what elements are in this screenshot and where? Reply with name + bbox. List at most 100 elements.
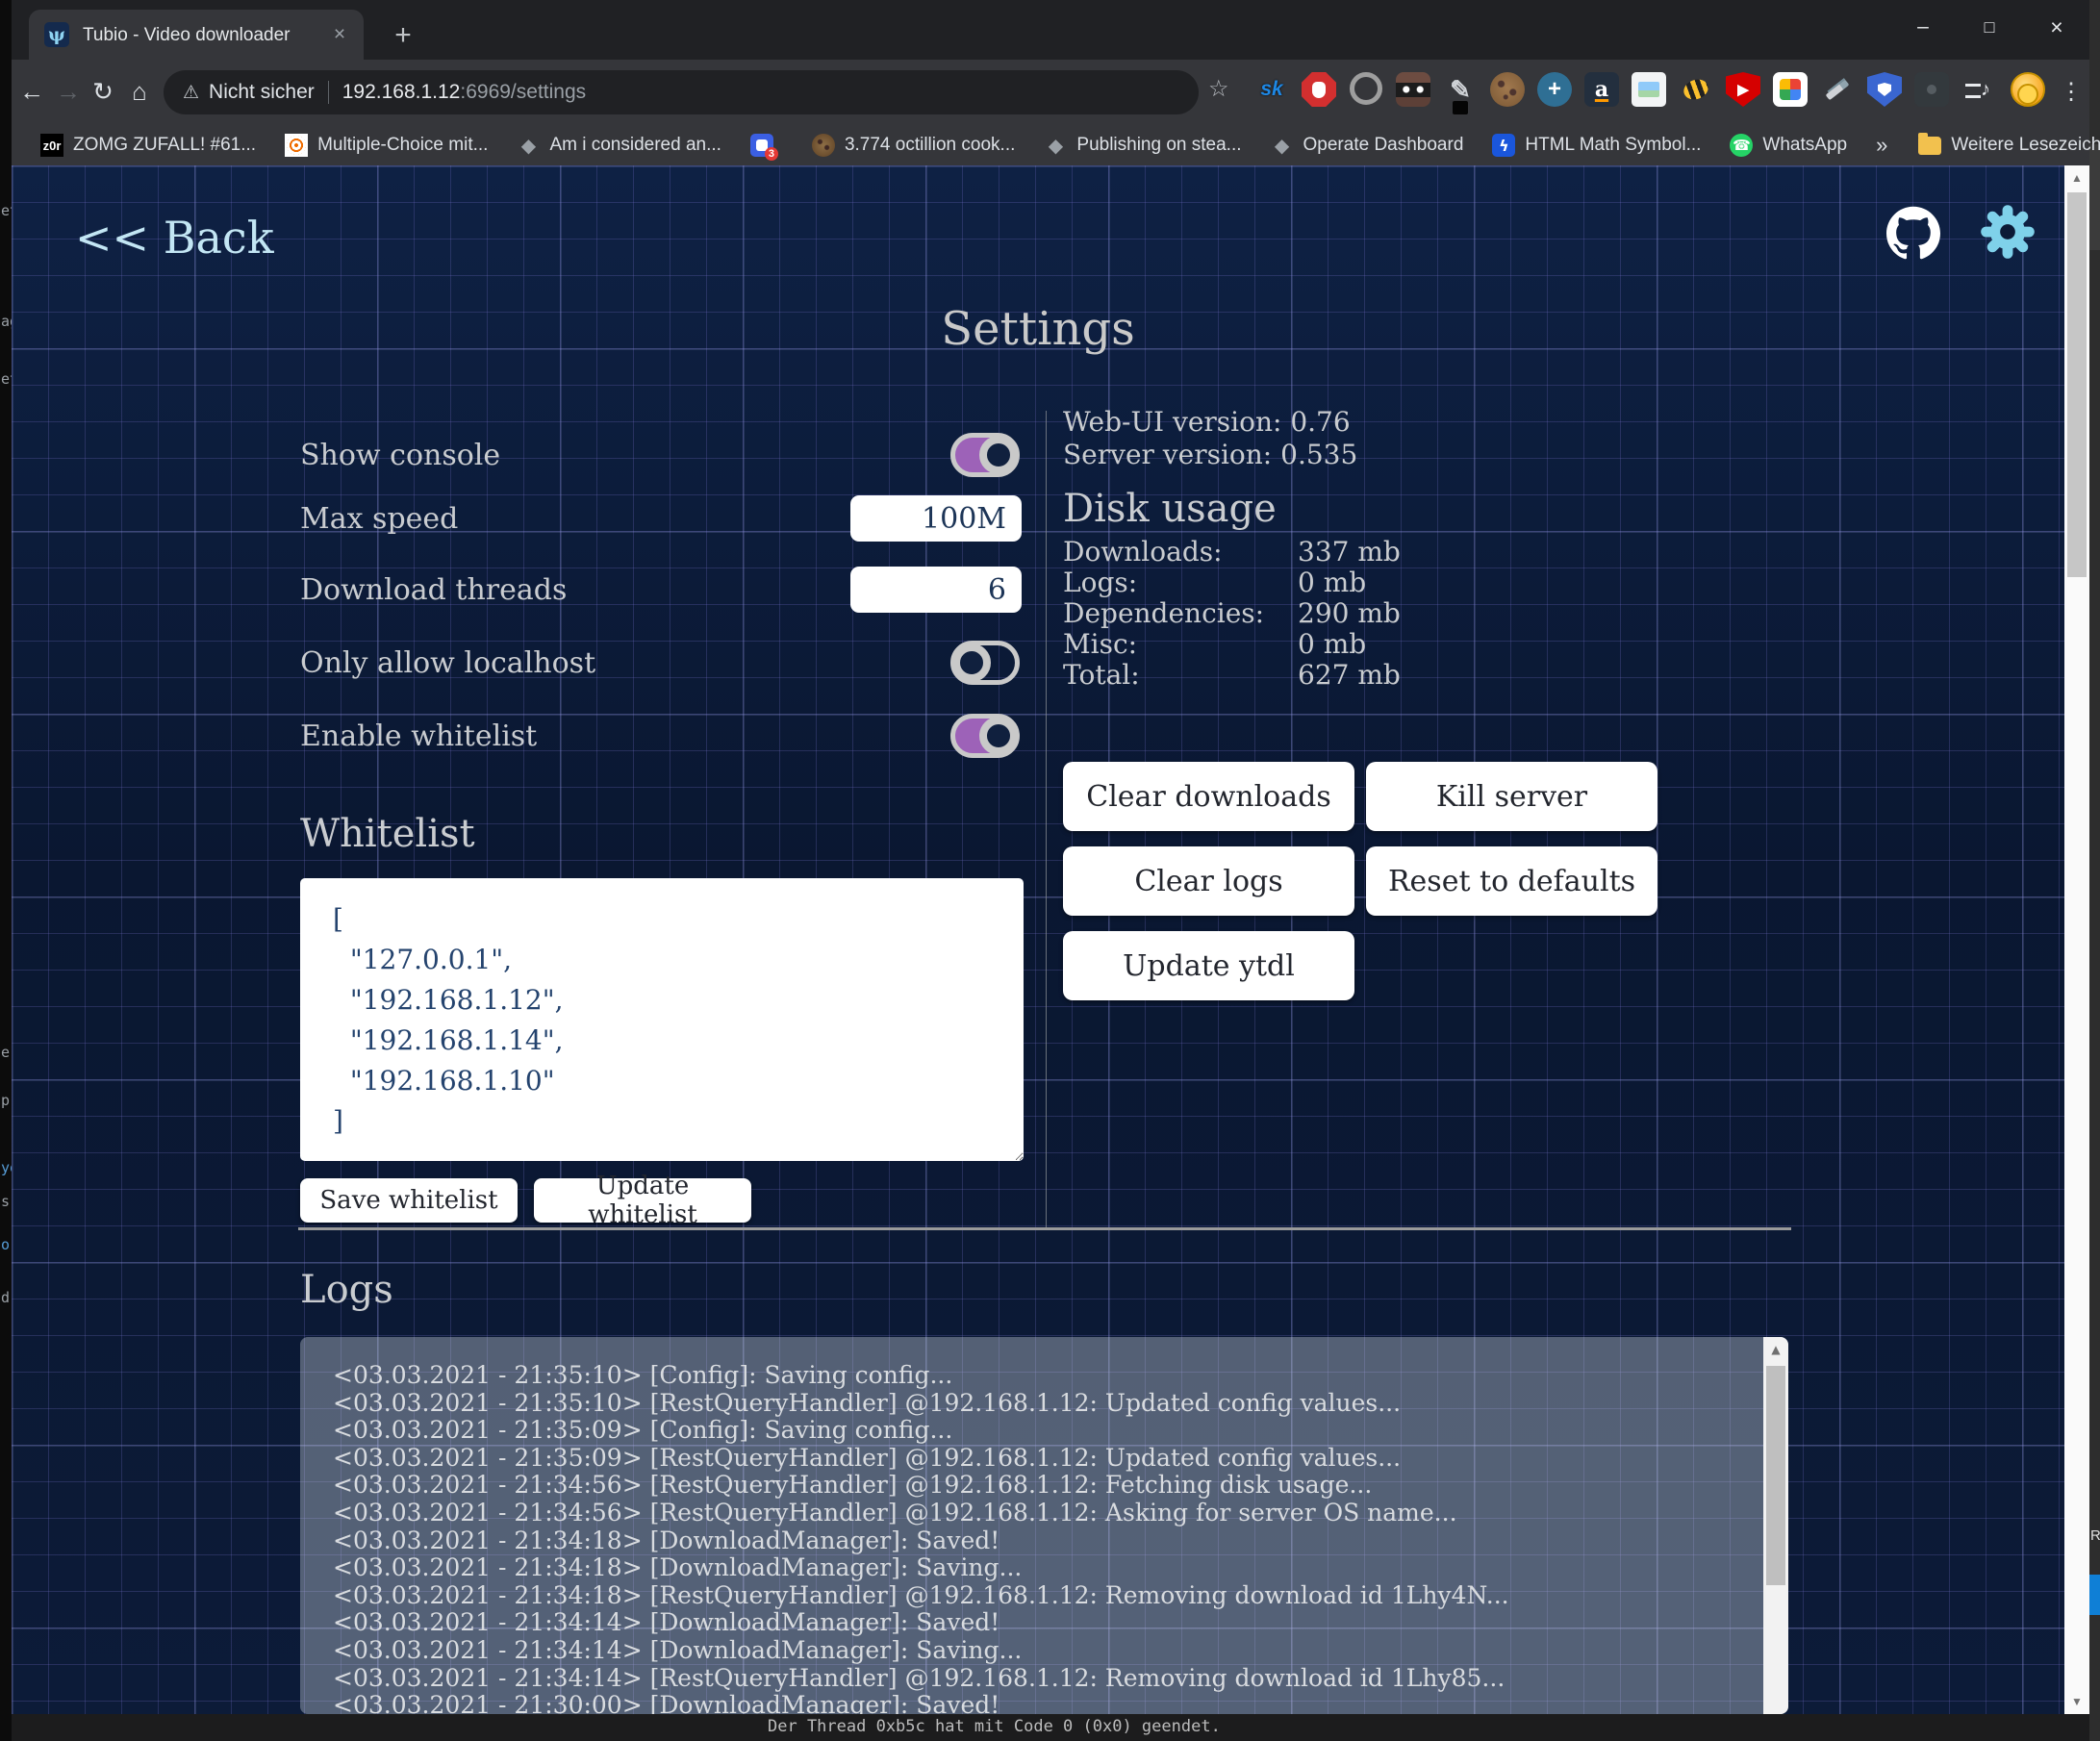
puzzle-extension-icon[interactable] [1914,72,1949,107]
bookmarks-overflow-chevron[interactable]: » [1876,133,1887,158]
bookmark-cookie-clicker[interactable]: 3.774 octillion cook... [812,134,1015,157]
page-scrollbar-thumb[interactable] [2067,192,2087,577]
max-speed-label: Max speed [300,502,458,536]
window-maximize-button[interactable]: □ [1959,0,2020,54]
update-whitelist-button[interactable]: Update whitelist [534,1178,751,1223]
reset-to-defaults-button[interactable]: Reset to defaults [1366,846,1657,916]
code-fragment: e [1,1044,10,1061]
code-fragment: et [1,202,12,219]
bookmark-favicon-icon [812,134,835,157]
ring-extension-icon[interactable] [1350,72,1382,105]
log-line: <03.03.2021 - 21:35:10> [Config]: Saving… [333,1362,1744,1390]
bookmark-favicon-icon: z0r [40,134,63,157]
new-tab-button[interactable]: + [387,19,419,52]
blue-shield-extension-icon[interactable] [1867,72,1902,107]
google-extension-icon[interactable] [1773,72,1808,107]
background-code-editor-sliver: et ag et e p yo s or d [0,0,12,1741]
browser-window: ψ Tubio - Video downloader × + – □ × ← →… [12,0,2089,1714]
toggle-knob [952,643,991,682]
kill-server-button[interactable]: Kill server [1366,762,1657,831]
screen: et ag et e p yo s or d R ψ Tubio - Video… [0,0,2100,1741]
window-minimize-button[interactable]: – [1892,0,1954,54]
plus-circle-extension-icon[interactable]: + [1537,72,1572,107]
reload-button[interactable]: ↻ [83,71,123,112]
bookmark-unity-question[interactable]: ◆ Am i considered an... [517,134,721,157]
tab-favicon-icon: ψ [44,22,69,47]
home-button[interactable]: ⌂ [119,71,160,112]
max-speed-input[interactable] [850,495,1022,542]
bookmark-favicon-icon [750,134,773,157]
background-output-bar: Der Thread 0xb5c hat mit Code 0 (0x0) ge… [12,1714,2089,1741]
mask-extension-icon[interactable] [1396,72,1430,107]
page-scrollbar[interactable]: ▲ ▼ [2064,165,2089,1714]
url-path: :6969/settings [460,81,586,104]
browser-menu-icon[interactable]: ⋮ [2059,71,2084,112]
address-bar[interactable]: ⚠ Nicht sicher 192.168.1.12 :6969/settin… [164,70,1199,114]
sk-extension-icon[interactable]: sk [1254,72,1289,107]
bookmark-operate-dashboard[interactable]: ◆ Operate Dashboard [1271,134,1464,157]
scroll-up-icon[interactable]: ▲ [1763,1343,1788,1356]
disk-usage-heading: Disk usage [1063,487,1277,531]
github-icon[interactable] [1886,206,1940,260]
show-console-toggle[interactable] [950,433,1020,477]
bookmark-html-math-symbols[interactable]: ϟ HTML Math Symbol... [1492,134,1701,157]
playlist-extension-icon[interactable]: ♪ [1961,72,1996,107]
logs-panel: <03.03.2021 - 21:35:10> [Config]: Saving… [300,1337,1788,1714]
bookmark-whatsapp[interactable]: ☎ WhatsApp [1730,134,1847,157]
settings-gear-icon[interactable] [1980,204,2036,260]
tab-close-icon[interactable]: × [327,22,352,47]
log-line: <03.03.2021 - 21:34:14> [RestQueryHandle… [333,1665,1744,1693]
webui-version: Web-UI version: 0.76 [1063,406,1357,439]
back-button[interactable]: ← [12,71,52,112]
logs-scrollbar-thumb[interactable] [1766,1366,1785,1585]
bookmark-zomg-zufall[interactable]: z0r ZOMG ZUFALL! #61... [40,134,256,157]
other-bookmarks-folder[interactable]: Weitere Lesezeichen [1918,135,2100,156]
clear-logs-button[interactable]: Clear logs [1063,846,1354,916]
tab-title: Tubio - Video downloader [83,25,290,46]
amazon-extension-icon[interactable]: a [1584,72,1619,107]
photo-extension-icon[interactable] [1632,72,1666,107]
save-whitelist-button[interactable]: Save whitelist [300,1178,518,1223]
cookie-extension-icon[interactable] [1490,72,1525,107]
bee-extension-icon[interactable] [1679,72,1713,107]
bookmark-steam-publishing[interactable]: ◆ Publishing on stea... [1044,134,1241,157]
update-ytdl-button[interactable]: Update ytdl [1063,931,1354,1000]
pen-extension-icon[interactable]: ✎ [1443,72,1478,107]
code-fragment: ag [1,313,12,330]
back-link[interactable]: << Back [75,212,274,264]
server-version: Server version: 0.535 [1063,439,1357,471]
log-line: <03.03.2021 - 21:30:00> [DownloadManager… [333,1692,1744,1714]
bookmark-star-icon[interactable]: ☆ [1208,75,1229,103]
bookmark-pinned-icon[interactable] [750,134,783,157]
scroll-up-icon[interactable]: ▲ [2064,171,2089,185]
security-label[interactable]: Nicht sicher [209,81,315,104]
logs-scrollbar[interactable]: ▲ [1763,1337,1788,1714]
bookmark-favicon-icon: ϟ [1492,134,1515,157]
profile-avatar[interactable] [2011,72,2045,107]
enable-whitelist-label: Enable whitelist [300,719,537,753]
shield-play-extension-icon[interactable]: ▶ [1726,72,1760,107]
window-close-button[interactable]: × [2026,0,2087,54]
bookmark-multiple-choice[interactable]: Multiple-Choice mit... [285,134,488,157]
clear-downloads-button[interactable]: Clear downloads [1063,762,1354,831]
column-divider [1046,411,1047,1228]
log-line: <03.03.2021 - 21:34:18> [DownloadManager… [333,1527,1744,1555]
whitelist-textarea[interactable]: [ "127.0.0.1", "192.168.1.12", "192.168.… [300,878,1024,1161]
stop-hand-extension-icon[interactable] [1302,72,1336,107]
only-allow-localhost-toggle[interactable] [950,641,1020,685]
background-window-blue-patch [2089,1575,2100,1615]
download-threads-input[interactable] [850,567,1022,613]
logs-text: <03.03.2021 - 21:35:10> [Config]: Saving… [333,1362,1744,1714]
browser-tab[interactable]: ψ Tubio - Video downloader × [29,10,364,60]
syringe-extension-icon[interactable] [1820,72,1855,107]
code-fragment: s [1,1193,10,1210]
settings-page: << Back Settings [12,165,2064,1714]
whitelist-heading: Whitelist [300,812,475,856]
code-fragment: yo [1,1159,12,1176]
browser-titlebar: ψ Tubio - Video downloader × + – □ × [12,0,2089,60]
enable-whitelist-toggle[interactable] [950,714,1020,758]
scroll-down-icon[interactable]: ▼ [2064,1695,2089,1708]
log-line: <03.03.2021 - 21:35:09> [Config]: Saving… [333,1417,1744,1445]
logs-heading: Logs [300,1268,393,1312]
disk-usage-row: Total: 627 mb [1063,660,1602,691]
